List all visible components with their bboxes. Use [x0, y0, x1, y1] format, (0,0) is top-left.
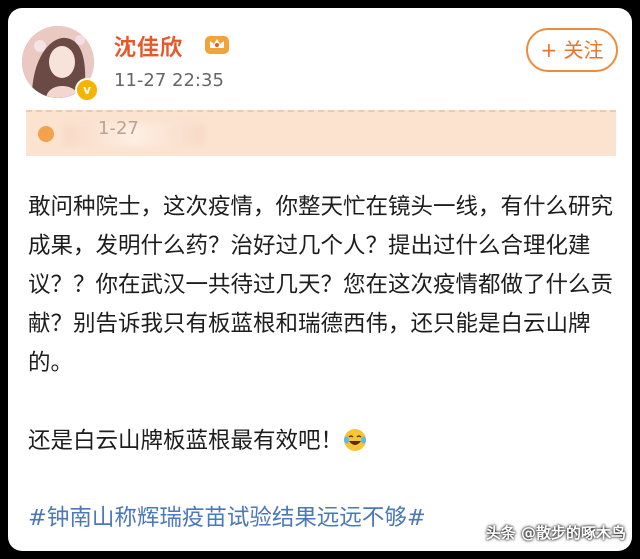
verified-badge-icon: v — [75, 78, 99, 102]
post-time: 11-27 22:35 — [114, 70, 224, 91]
user-name[interactable]: 沈佳欣 — [114, 30, 183, 62]
repost-banner[interactable]: 1-27 — [26, 110, 616, 156]
post-paragraph-2-text: 还是白云山牌板蓝根最有效吧！ — [28, 428, 344, 454]
repost-date-fragment: 1-27 — [98, 118, 139, 139]
post-paragraph-1: 敢问种院士，这次疫情，你整天忙在镜头一线，有什么研究成果，发明什么药？治好过几个… — [28, 194, 614, 376]
post-paragraph-2: 还是白云山牌板蓝根最有效吧！ — [28, 422, 618, 461]
post-body: 敢问种院士，这次疫情，你整天忙在镜头一线，有什么研究成果，发明什么药？治好过几个… — [28, 188, 618, 461]
follow-button[interactable]: + 关注 — [526, 28, 618, 72]
weibo-post-card: v 沈佳欣 11-27 22:35 + 关注 1-27 敢问种院士，这次疫情，你… — [8, 8, 632, 551]
crown-member-icon — [205, 36, 229, 54]
watermark: 头条 @散步的啄木鸟 — [485, 524, 626, 542]
laughing-tears-emoji-icon — [344, 429, 367, 451]
repost-dot-icon — [38, 126, 54, 142]
hashtag-link[interactable]: #钟南山称辉瑞疫苗试验结果远远不够# — [28, 500, 426, 532]
